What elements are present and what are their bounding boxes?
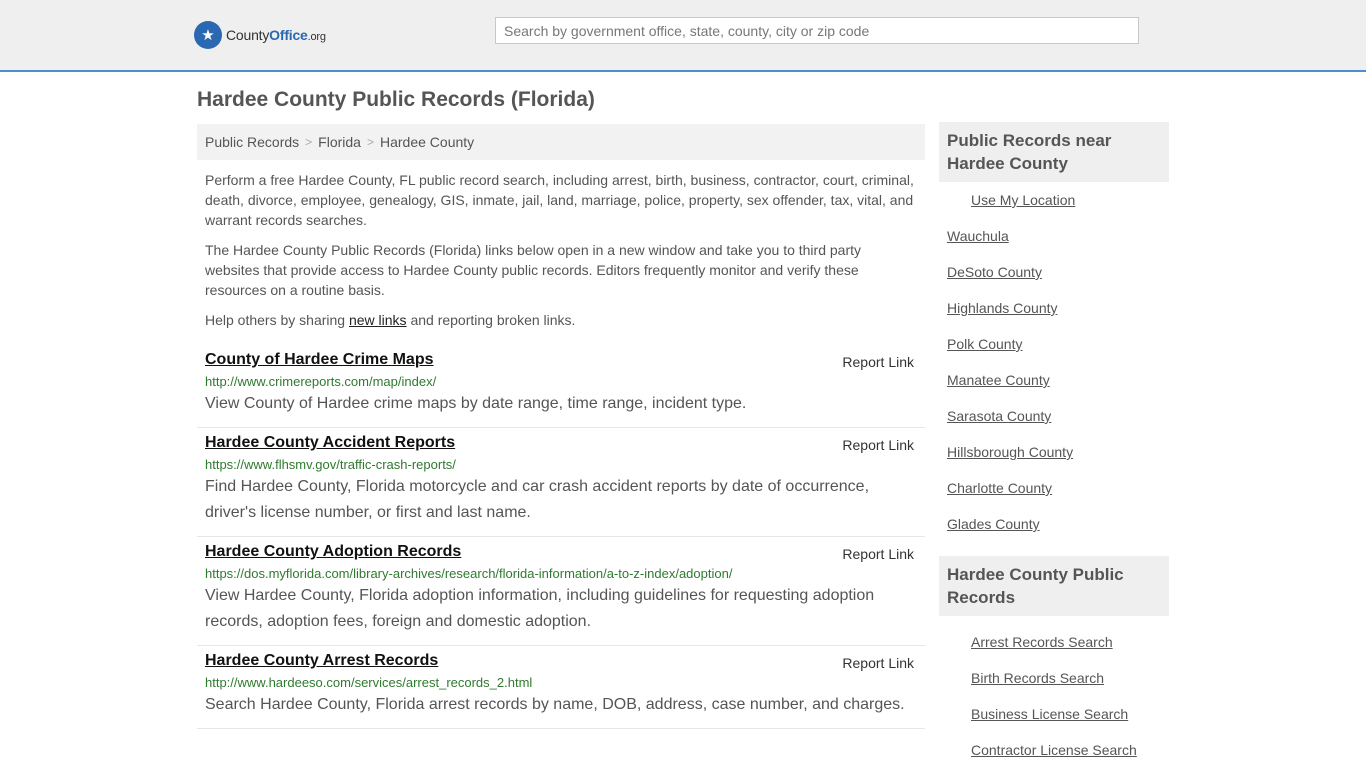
record-title-link[interactable]: Hardee County Arrest Records (205, 652, 438, 670)
intro-share-text: Help others by sharing (205, 312, 349, 328)
list-item: Charlotte County (939, 470, 1169, 506)
intro-paragraph-3: Help others by sharing new links and rep… (205, 310, 919, 330)
search-input[interactable] (495, 17, 1139, 44)
nearby-link[interactable]: Charlotte County (947, 480, 1052, 496)
record-item: Hardee County Adoption Records Report Li… (197, 537, 925, 646)
nearby-link[interactable]: Glades County (947, 516, 1040, 532)
record-url: https://www.flhsmv.gov/traffic-crash-rep… (205, 457, 456, 472)
intro-paragraph-2: The Hardee County Public Records (Florid… (205, 242, 862, 298)
list-item: Sarasota County (939, 398, 1169, 434)
site-header: ★ CountyOffice.org (0, 0, 1366, 72)
list-item: DeSoto County (939, 254, 1169, 290)
breadcrumb-hardee-county[interactable]: Hardee County (380, 134, 474, 150)
intro-text: Perform a free Hardee County, FL public … (205, 170, 919, 340)
logo-tld: .org (307, 31, 326, 43)
county-record-link[interactable]: Arrest Records Search (971, 634, 1113, 650)
list-item: Manatee County (939, 362, 1169, 398)
county-record-link[interactable]: Birth Records Search (971, 670, 1104, 686)
record-description: View County of Hardee crime maps by date… (205, 395, 747, 412)
use-my-location-link[interactable]: Use My Location (971, 192, 1075, 208)
breadcrumb-separator-icon: > (366, 135, 374, 149)
record-item: Hardee County Arrest Records Report Link… (197, 646, 925, 729)
nearby-link[interactable]: Hillsborough County (947, 444, 1073, 460)
list-item: Polk County (939, 326, 1169, 362)
records-list: County of Hardee Crime Maps Report Link … (197, 345, 925, 729)
list-item: Use My Location (939, 182, 1169, 218)
nearby-link[interactable]: Sarasota County (947, 408, 1051, 424)
report-link-button[interactable]: Report Link (842, 655, 914, 671)
record-item: County of Hardee Crime Maps Report Link … (197, 345, 925, 428)
breadcrumb-separator-icon: > (305, 135, 313, 149)
list-item: Arrest Records Search (939, 624, 1169, 660)
star-shield-icon: ★ (194, 21, 222, 49)
site-logo[interactable]: ★ CountyOffice.org (194, 20, 326, 50)
logo-name-b: Office (269, 27, 308, 43)
report-link-button[interactable]: Report Link (842, 354, 914, 370)
record-url: http://www.crimereports.com/map/index/ (205, 374, 437, 389)
record-url: https://dos.myflorida.com/library-archiv… (205, 566, 733, 581)
record-url: http://www.hardeeso.com/services/arrest_… (205, 675, 533, 690)
nearby-link[interactable]: Highlands County (947, 300, 1058, 316)
record-title-link[interactable]: County of Hardee Crime Maps (205, 351, 433, 369)
breadcrumb-florida[interactable]: Florida (318, 134, 361, 150)
county-records-heading: Hardee County Public Records (939, 556, 1169, 616)
nearby-link[interactable]: Polk County (947, 336, 1022, 352)
county-records-list: Arrest Records Search Birth Records Sear… (939, 624, 1169, 768)
record-description: Find Hardee County, Florida motorcycle a… (205, 478, 870, 521)
record-description: Search Hardee County, Florida arrest rec… (205, 696, 905, 713)
report-link-button[interactable]: Report Link (842, 437, 914, 453)
list-item: Birth Records Search (939, 660, 1169, 696)
nearby-heading: Public Records near Hardee County (939, 122, 1169, 182)
record-item: Hardee County Accident Reports Report Li… (197, 428, 925, 537)
logo-text: CountyOffice.org (226, 27, 326, 43)
county-records-block: Hardee County Public Records Arrest Reco… (939, 556, 1169, 768)
county-record-link[interactable]: Contractor License Search (971, 742, 1137, 758)
logo-name-a: County (226, 27, 270, 43)
page-title: Hardee County Public Records (Florida) (197, 88, 595, 111)
sidebar: Public Records near Hardee County Use My… (939, 122, 1169, 768)
record-description: View Hardee County, Florida adoption inf… (205, 587, 875, 630)
list-item: Wauchula (939, 218, 1169, 254)
report-link-button[interactable]: Report Link (842, 546, 914, 562)
new-links-link[interactable]: new links (349, 312, 407, 328)
nearby-list: Use My Location Wauchula DeSoto County H… (939, 182, 1169, 542)
nearby-link[interactable]: DeSoto County (947, 264, 1042, 280)
record-title-link[interactable]: Hardee County Adoption Records (205, 543, 461, 561)
record-title-link[interactable]: Hardee County Accident Reports (205, 434, 455, 452)
county-record-link[interactable]: Business License Search (971, 706, 1128, 722)
breadcrumb-public-records[interactable]: Public Records (205, 134, 299, 150)
list-item: Glades County (939, 506, 1169, 542)
list-item: Business License Search (939, 696, 1169, 732)
intro-report-text: and reporting broken links. (406, 312, 576, 328)
list-item: Contractor License Search (939, 732, 1169, 768)
list-item: Highlands County (939, 290, 1169, 326)
breadcrumb: Public Records > Florida > Hardee County (197, 124, 925, 160)
list-item: Hillsborough County (939, 434, 1169, 470)
nearby-link[interactable]: Wauchula (947, 228, 1009, 244)
nearby-link[interactable]: Manatee County (947, 372, 1050, 388)
intro-paragraph-1: Perform a free Hardee County, FL public … (205, 172, 914, 228)
